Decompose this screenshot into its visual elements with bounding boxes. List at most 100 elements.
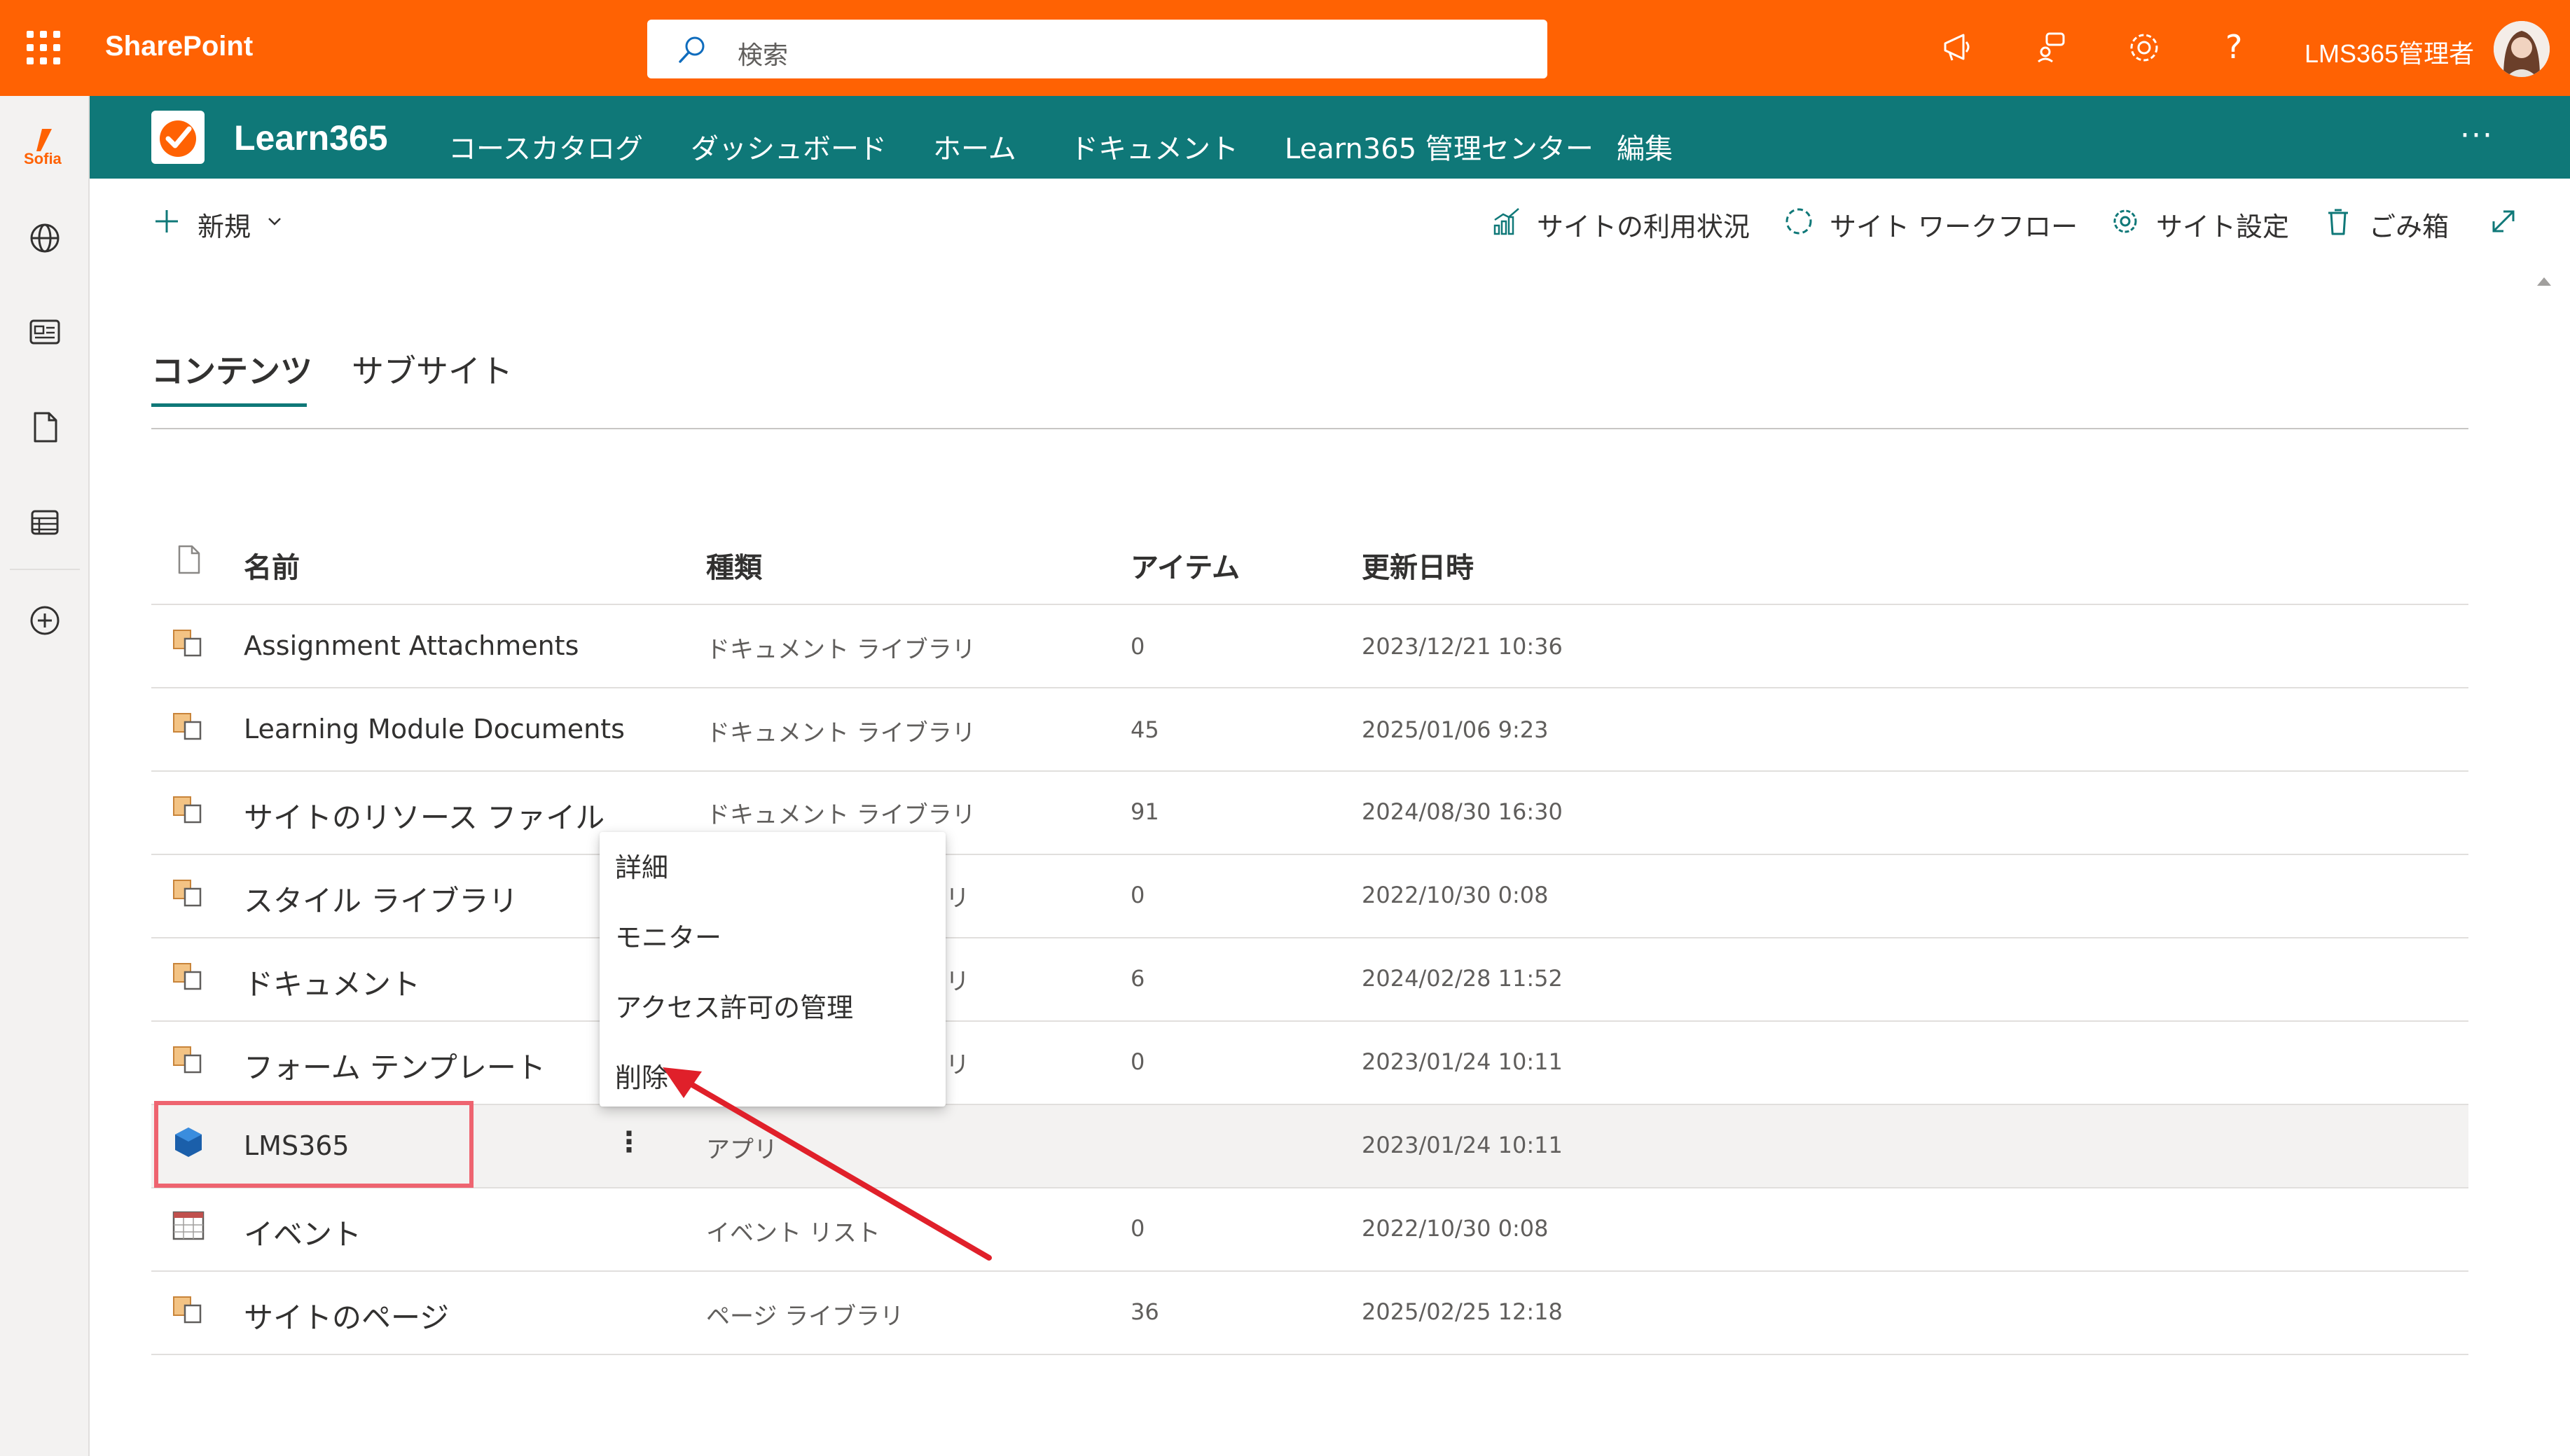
- sofia-logo-text: Sofia: [24, 150, 62, 167]
- row-type: ページ ライブラリ: [706, 1303, 904, 1331]
- row-items: 36: [1131, 1298, 1159, 1325]
- left-rail: [0, 96, 90, 1456]
- nav-dashboard[interactable]: ダッシュボード: [691, 126, 887, 167]
- row-name[interactable]: サイトのリソース ファイル: [244, 794, 604, 837]
- tabs-divider: [151, 428, 2468, 429]
- site-usage-button[interactable]: サイトの利用状況: [1537, 205, 1750, 244]
- waffle-icon[interactable]: [27, 31, 60, 64]
- new-button[interactable]: 新規: [198, 205, 251, 244]
- site-title[interactable]: Learn365: [234, 118, 388, 158]
- table-row[interactable]: [151, 938, 2468, 1022]
- nav-documents[interactable]: ドキュメント: [1070, 126, 1238, 167]
- row-modified: 2025/01/06 9:23: [1362, 716, 1549, 743]
- table-row[interactable]: [151, 1188, 2468, 1272]
- chevron-down-icon[interactable]: [266, 214, 283, 228]
- avatar[interactable]: [2494, 21, 2550, 77]
- highlight-box: [154, 1101, 474, 1188]
- user-name[interactable]: LMS365管理者: [2305, 34, 2474, 70]
- tab-contents[interactable]: コンテンツ: [151, 346, 312, 392]
- row-name[interactable]: イベント: [244, 1211, 361, 1254]
- row-name[interactable]: ドキュメント: [244, 961, 420, 1004]
- row-name[interactable]: Assignment Attachments: [244, 630, 579, 661]
- expand-icon[interactable]: [2487, 204, 2520, 238]
- row-modified: 2023/01/24 10:11: [1362, 1132, 1563, 1158]
- search-placeholder: 検索: [738, 41, 789, 70]
- calendar-icon: [172, 1211, 205, 1240]
- col-header-modified[interactable]: 更新日時: [1362, 545, 1474, 585]
- list-icon[interactable]: [24, 501, 66, 543]
- recycle-bin-button[interactable]: ごみ箱: [2369, 205, 2449, 244]
- row-type: リ: [946, 885, 969, 913]
- row-modified: 2023/01/24 10:11: [1362, 1048, 1563, 1075]
- nav-home[interactable]: ホーム: [933, 126, 1016, 167]
- usage-chart-icon[interactable]: [1489, 204, 1523, 238]
- workflow-icon[interactable]: [1782, 204, 1816, 238]
- news-icon[interactable]: [24, 311, 66, 353]
- tab-selected-underline: [151, 403, 307, 407]
- row-modified: 2025/02/25 12:18: [1362, 1298, 1563, 1325]
- row-name[interactable]: スタイル ライブラリ: [244, 878, 518, 920]
- row-name[interactable]: サイトのページ: [244, 1294, 449, 1337]
- sofia-logo[interactable]: Sofia: [21, 125, 69, 171]
- col-header-name[interactable]: 名前: [244, 545, 300, 585]
- add-icon[interactable]: [24, 599, 66, 642]
- library-icon: [173, 1046, 202, 1074]
- row-modified: 2024/08/30 16:30: [1362, 798, 1563, 825]
- row-type: ドキュメント ライブラリ: [706, 801, 976, 829]
- nav-admin-center[interactable]: Learn365 管理センター: [1285, 126, 1594, 167]
- more-icon[interactable]: ···: [2460, 118, 2494, 153]
- row-items: 0: [1131, 633, 1145, 660]
- table-row-selected[interactable]: [151, 1105, 2468, 1188]
- megaphone-icon[interactable]: [1937, 27, 1979, 69]
- row-modified: 2022/10/30 0:08: [1362, 882, 1549, 908]
- row-type: リ: [946, 968, 969, 996]
- document-icon[interactable]: [24, 406, 66, 448]
- row-items: 6: [1131, 965, 1145, 992]
- row-modified: 2022/10/30 0:08: [1362, 1215, 1549, 1242]
- nav-edit[interactable]: 編集: [1617, 126, 1673, 167]
- row-modified: 2024/02/28 11:52: [1362, 965, 1563, 992]
- annotation-arrow: [663, 1067, 992, 1261]
- help-icon[interactable]: ?: [2225, 28, 2242, 66]
- site-workflow-button[interactable]: サイト ワークフロー: [1830, 205, 2078, 244]
- row-name[interactable]: フォーム テンプレート: [244, 1044, 546, 1087]
- library-icon: [173, 880, 202, 907]
- menu-item-monitor[interactable]: モニター: [615, 916, 721, 955]
- row-type: ドキュメント ライブラリ: [706, 719, 976, 747]
- row-items: 91: [1131, 798, 1159, 825]
- row-items: 45: [1131, 716, 1159, 743]
- tab-subsites[interactable]: サブサイト: [352, 346, 513, 392]
- row-items: 0: [1131, 1215, 1145, 1242]
- community-icon[interactable]: [2031, 27, 2073, 69]
- library-icon: [173, 630, 202, 657]
- table-header-row: [151, 522, 2468, 605]
- rail-divider: [10, 569, 80, 570]
- row-name[interactable]: Learning Module Documents: [244, 714, 625, 744]
- settings-gear-icon[interactable]: [2108, 204, 2142, 238]
- recycle-bin-icon[interactable]: [2321, 204, 2355, 238]
- library-icon: [173, 1296, 202, 1324]
- table-row[interactable]: [151, 1272, 2468, 1355]
- library-icon: [173, 796, 202, 824]
- row-type: ドキュメント ライブラリ: [706, 636, 976, 664]
- library-icon: [173, 713, 202, 740]
- site-settings-button[interactable]: サイト設定: [2156, 205, 2289, 244]
- row-items: 0: [1131, 1048, 1145, 1075]
- menu-item-manage-permissions[interactable]: アクセス許可の管理: [615, 986, 853, 1025]
- gear-icon[interactable]: [2123, 27, 2165, 69]
- more-actions-icon[interactable]: ⋮: [615, 1126, 643, 1158]
- nav-course-catalog[interactable]: コースカタログ: [448, 126, 643, 167]
- vertical-scrollbar[interactable]: [2530, 266, 2558, 1450]
- search-icon: [679, 36, 705, 63]
- file-type-icon[interactable]: [175, 543, 203, 576]
- col-header-items[interactable]: アイテム: [1131, 545, 1240, 585]
- globe-icon[interactable]: [24, 217, 66, 259]
- site-logo-icon[interactable]: [151, 111, 205, 164]
- app-name[interactable]: SharePoint: [105, 31, 253, 62]
- row-modified: 2023/12/21 10:36: [1362, 633, 1563, 660]
- plus-icon[interactable]: [150, 204, 184, 238]
- menu-item-details[interactable]: 詳細: [615, 846, 668, 885]
- row-items: 0: [1131, 882, 1145, 908]
- col-header-type[interactable]: 種類: [706, 545, 762, 585]
- library-icon: [173, 963, 202, 990]
